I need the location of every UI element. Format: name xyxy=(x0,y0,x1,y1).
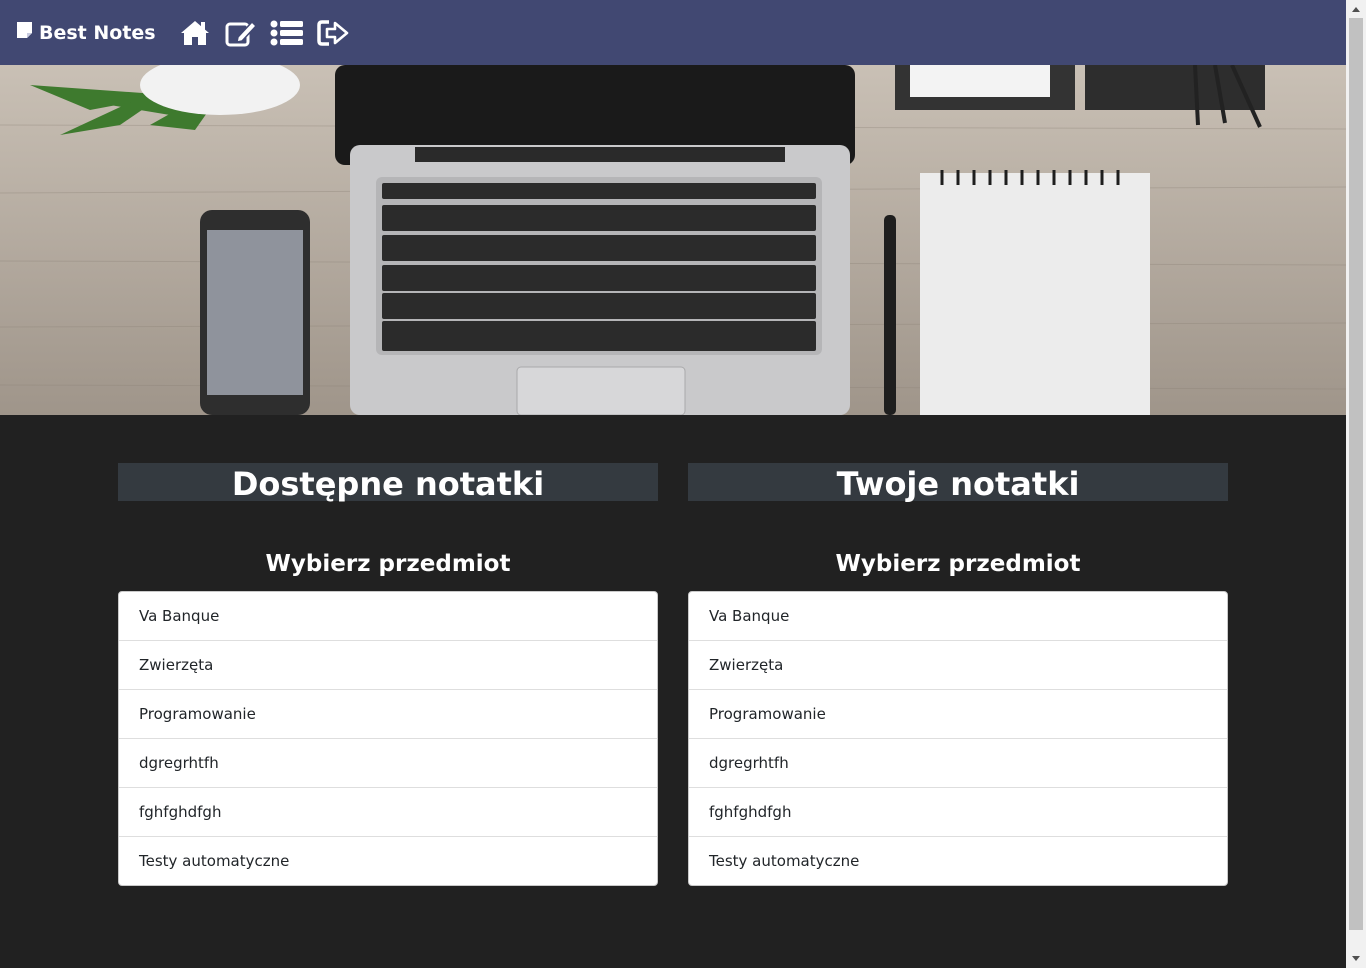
edit-icon[interactable] xyxy=(224,16,258,50)
home-icon[interactable] xyxy=(178,16,212,50)
list-item[interactable]: Va Banque xyxy=(689,592,1227,640)
hero-image xyxy=(0,65,1346,415)
list-item[interactable]: Programowanie xyxy=(689,689,1227,738)
desk-photo xyxy=(0,65,1346,415)
list-item[interactable]: Testy automatyczne xyxy=(689,836,1227,885)
list-item[interactable]: Testy automatyczne xyxy=(119,836,657,885)
list-item[interactable]: dgregrhtfh xyxy=(689,738,1227,787)
your-notes-column: Twoje notatki Wybierz przedmiot Va Banqu… xyxy=(688,463,1228,886)
list-item[interactable]: Va Banque xyxy=(119,592,657,640)
logout-icon[interactable] xyxy=(316,16,350,50)
list-item[interactable]: dgregrhtfh xyxy=(119,738,657,787)
main-content: Dostępne notatki Wybierz przedmiot Va Ba… xyxy=(0,415,1346,968)
scrollbar-thumb[interactable] xyxy=(1349,18,1363,930)
available-subjects-list: Va Banque Zwierzęta Programowanie dgregr… xyxy=(118,591,658,886)
list-item[interactable]: Zwierzęta xyxy=(689,640,1227,689)
brand-label: Best Notes xyxy=(39,21,156,44)
your-subjects-list: Va Banque Zwierzęta Programowanie dgregr… xyxy=(688,591,1228,886)
your-notes-title: Twoje notatki xyxy=(688,463,1228,503)
scroll-down-icon[interactable] xyxy=(1346,950,1366,968)
note-icon xyxy=(16,21,33,44)
list-item[interactable]: Zwierzęta xyxy=(119,640,657,689)
available-notes-title: Dostępne notatki xyxy=(118,463,658,503)
available-notes-subtitle: Wybierz przedmiot xyxy=(265,551,511,577)
scroll-up-icon[interactable] xyxy=(1346,0,1366,18)
navbar: Best Notes xyxy=(0,0,1346,65)
list-item[interactable]: fghfghdfgh xyxy=(689,787,1227,836)
your-notes-subtitle: Wybierz przedmiot xyxy=(835,551,1081,577)
list-item[interactable]: Programowanie xyxy=(119,689,657,738)
brand[interactable]: Best Notes xyxy=(16,21,156,44)
list-item[interactable]: fghfghdfgh xyxy=(119,787,657,836)
available-notes-column: Dostępne notatki Wybierz przedmiot Va Ba… xyxy=(118,463,658,886)
list-icon[interactable] xyxy=(270,16,304,50)
vertical-scrollbar[interactable] xyxy=(1346,0,1366,968)
